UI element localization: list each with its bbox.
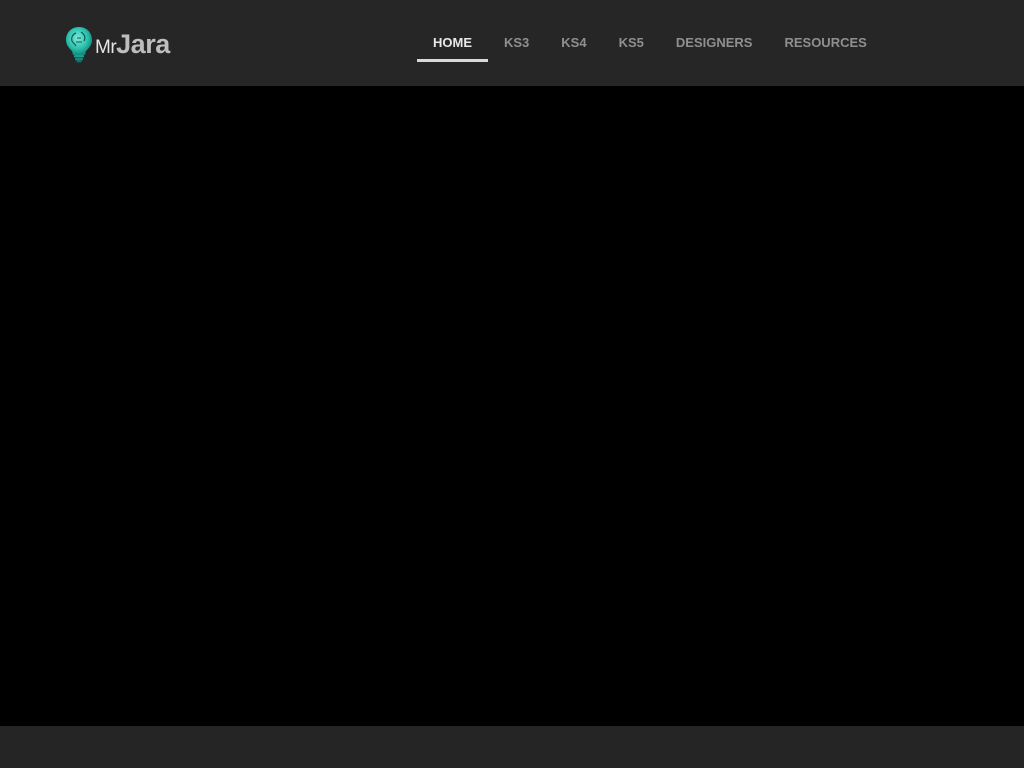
hero-banner	[0, 86, 1024, 726]
logo-name: Jara	[116, 28, 170, 59]
nav-item-designers[interactable]: DESIGNERS	[660, 0, 769, 86]
nav-item-ks3[interactable]: KS3	[488, 0, 545, 86]
nav-item-ks5[interactable]: KS5	[603, 0, 660, 86]
nav-label: HOME	[433, 35, 472, 50]
active-indicator	[417, 59, 488, 62]
nav-item-ks4[interactable]: KS4	[545, 0, 602, 86]
nav-label: KS3	[504, 35, 530, 50]
below-hero-section	[0, 726, 1024, 768]
main-nav: HOME KS3 KS4 KS5 DESIGNERS RESOURCES	[417, 0, 883, 86]
nav-item-resources[interactable]: RESOURCES	[768, 0, 882, 86]
nav-item-home[interactable]: HOME	[417, 0, 488, 86]
site-header: Mr Jara HOME KS3 KS4 KS5 DESIGNERS RESOU…	[0, 0, 1024, 86]
site-logo[interactable]: Mr Jara	[64, 24, 170, 64]
nav-label: KS5	[618, 35, 644, 50]
logo-wordmark: Mr Jara	[95, 29, 170, 60]
nav-label: RESOURCES	[784, 35, 867, 50]
logo-prefix: Mr	[95, 36, 117, 58]
lightbulb-head-icon	[66, 27, 92, 63]
nav-label: DESIGNERS	[675, 35, 753, 50]
nav-label: KS4	[561, 35, 587, 50]
